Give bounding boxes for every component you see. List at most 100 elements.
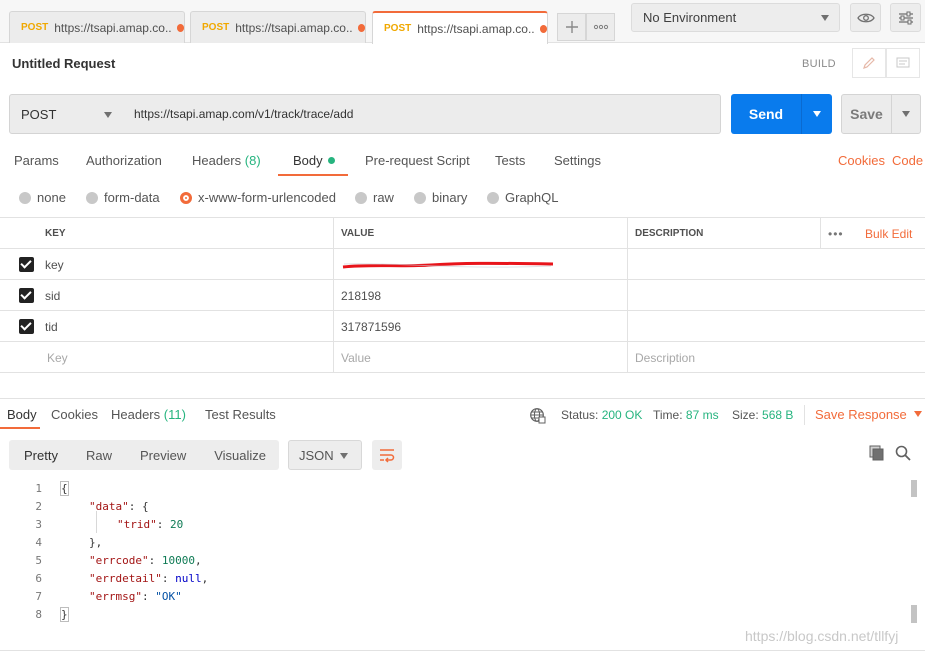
cookies-link[interactable]: Cookies	[838, 153, 885, 168]
param-key[interactable]: sid	[38, 280, 334, 311]
request-title[interactable]: Untitled Request	[12, 56, 115, 71]
json-number: 20	[170, 517, 184, 531]
response-format-label: JSON	[299, 447, 334, 463]
response-tab-headers[interactable]: Headers (11)	[111, 407, 186, 422]
tab-method: POST	[21, 22, 49, 33]
row-checkbox[interactable]	[19, 319, 34, 334]
time-indicator[interactable]: Time: 87 ms	[653, 408, 719, 422]
body-type-graphql[interactable]: GraphQL	[487, 190, 558, 205]
response-headers-label: Headers	[111, 407, 161, 422]
tab-body[interactable]: Body	[293, 153, 335, 168]
code-line: 4 },	[0, 533, 900, 551]
line-number: 1	[35, 481, 42, 495]
line-number: 8	[35, 607, 42, 621]
new-description-input[interactable]: Description	[627, 342, 925, 373]
view-preview[interactable]: Preview	[112, 448, 186, 463]
response-tab-cookies[interactable]: Cookies	[51, 407, 98, 422]
chevron-down-icon	[104, 112, 112, 118]
table-options-ellipsis-icon[interactable]: •••	[820, 218, 858, 249]
globe-icon[interactable]	[529, 407, 546, 424]
param-description[interactable]	[627, 311, 925, 342]
code-line: 2 "data": {	[0, 497, 900, 515]
headers-count: (8)	[244, 153, 261, 168]
bulk-edit-link[interactable]: Bulk Edit	[858, 218, 925, 249]
response-tab-test-results[interactable]: Test Results	[205, 407, 276, 422]
row-checkbox[interactable]	[19, 257, 34, 272]
view-raw[interactable]: Raw	[58, 448, 112, 463]
param-key[interactable]: tid	[38, 311, 334, 342]
tab-prerequest-script[interactable]: Pre-request Script	[365, 153, 470, 168]
view-visualize[interactable]: Visualize	[186, 448, 266, 463]
param-value[interactable]: 317871596	[333, 311, 628, 342]
save-response-label: Save Response	[815, 407, 907, 422]
send-options-chevron-icon[interactable]	[813, 111, 821, 117]
tab-settings[interactable]: Settings	[554, 153, 601, 168]
tab-url: https://tsapi.amap.co...	[235, 20, 352, 35]
code-text: "data": {	[89, 500, 149, 513]
request-tab-3[interactable]: POST https://tsapi.amap.co...	[372, 11, 548, 44]
tab-headers[interactable]: Headers (8)	[192, 153, 261, 168]
body-type-form-data[interactable]: form-data	[86, 190, 160, 205]
param-value-redacted[interactable]	[333, 249, 628, 280]
unsaved-dot-icon	[176, 23, 184, 32]
json-brace: }	[60, 606, 69, 622]
json-key: "errmsg"	[89, 589, 142, 603]
request-tab-1[interactable]: POST https://tsapi.amap.co...	[9, 11, 185, 43]
body-set-dot-icon	[327, 157, 335, 164]
response-tab-body[interactable]: Body	[7, 407, 37, 422]
body-type-raw[interactable]: raw	[355, 190, 394, 205]
environment-quick-look-button[interactable]	[850, 3, 881, 32]
tab-params[interactable]: Params	[14, 153, 59, 168]
search-icon[interactable]	[895, 445, 911, 461]
wrap-lines-icon	[380, 449, 395, 463]
size-indicator[interactable]: Size: 568 B	[732, 408, 793, 422]
body-type-urlencoded[interactable]: x-www-form-urlencoded	[180, 190, 336, 205]
body-type-binary[interactable]: binary	[414, 190, 467, 205]
view-pretty[interactable]: Pretty	[9, 448, 58, 463]
request-url-input[interactable]: https://tsapi.amap.com/v1/track/trace/ad…	[124, 94, 721, 134]
table-row: sid 218198	[0, 280, 925, 311]
status-indicator[interactable]: Status: 200 OK	[561, 408, 642, 422]
new-tab-button[interactable]	[557, 13, 586, 41]
table-row: key	[0, 249, 925, 280]
body-type-none[interactable]: none	[19, 190, 66, 205]
json-null: null	[175, 571, 202, 585]
manage-environments-button[interactable]	[890, 3, 921, 32]
eye-icon	[856, 13, 875, 22]
edit-button[interactable]	[852, 48, 886, 78]
request-tab-2[interactable]: POST https://tsapi.amap.co...	[190, 11, 366, 43]
json-key: "data"	[89, 499, 129, 513]
new-value-input[interactable]: Value	[333, 342, 628, 373]
param-description[interactable]	[627, 280, 925, 311]
code-line: 7 "errmsg": "OK"	[0, 587, 900, 605]
save-button[interactable]: Save	[841, 94, 921, 134]
vertical-scrollbar-top[interactable]	[911, 480, 917, 497]
param-value[interactable]: 218198	[333, 280, 628, 311]
line-number: 2	[35, 499, 42, 513]
copy-icon[interactable]	[869, 445, 885, 461]
save-response-button[interactable]: Save Response	[815, 407, 922, 422]
environment-select[interactable]: No Environment	[631, 3, 840, 32]
row-checkbox[interactable]	[19, 288, 34, 303]
http-method-select[interactable]: POST	[9, 94, 125, 134]
code-line: 1 {	[0, 479, 900, 497]
save-options-chevron-icon[interactable]	[902, 111, 910, 117]
radio-label: none	[37, 190, 66, 205]
new-key-input[interactable]: Key	[38, 342, 334, 373]
param-key[interactable]: key	[38, 249, 334, 280]
code-link[interactable]: Code	[892, 153, 923, 168]
response-format-select[interactable]: JSON	[288, 440, 362, 470]
send-button[interactable]: Send	[731, 94, 832, 134]
save-label: Save	[850, 106, 883, 122]
status-value: 200 OK	[601, 408, 643, 422]
plus-icon	[565, 21, 578, 33]
comments-button[interactable]	[886, 48, 920, 78]
tab-authorization[interactable]: Authorization	[86, 153, 162, 168]
vertical-scrollbar-bottom[interactable]	[911, 605, 917, 623]
wrap-lines-button[interactable]	[372, 440, 402, 470]
param-description[interactable]	[627, 249, 925, 280]
tab-tests[interactable]: Tests	[495, 153, 525, 168]
tab-options-button[interactable]	[586, 13, 615, 41]
radio-label: form-data	[104, 190, 160, 205]
json-key: "errcode"	[89, 553, 149, 567]
